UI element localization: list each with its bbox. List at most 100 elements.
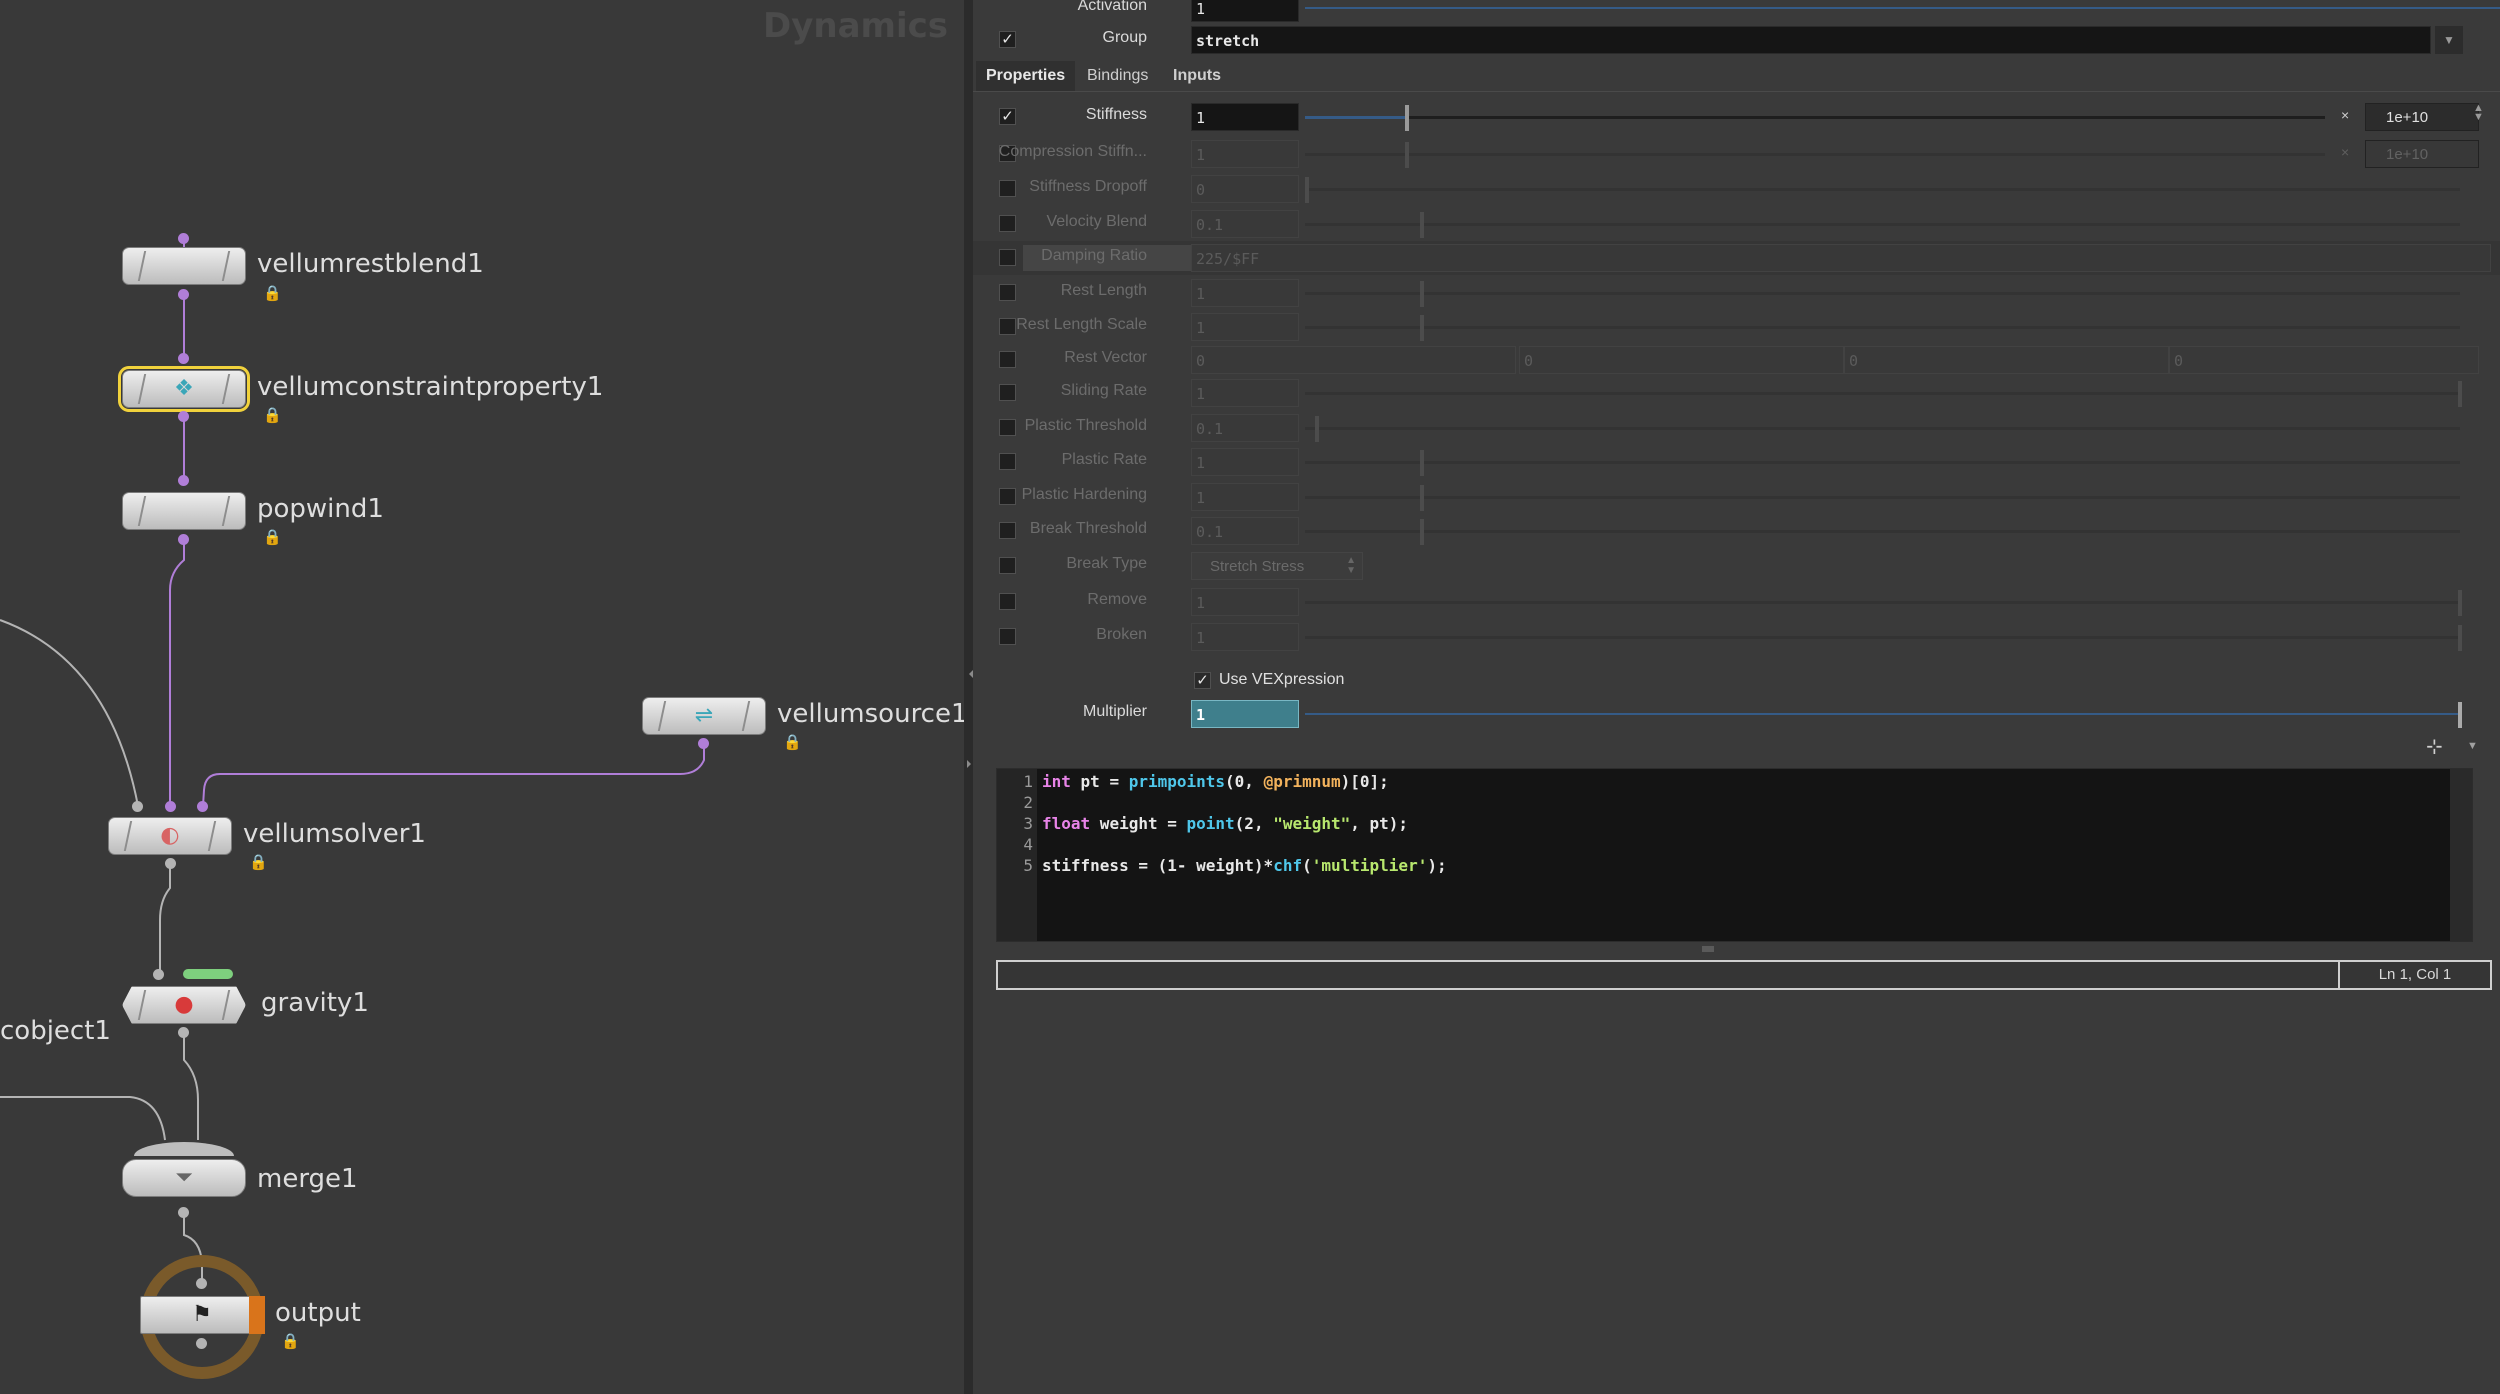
input-port[interactable] bbox=[178, 233, 189, 244]
input-port[interactable] bbox=[132, 801, 143, 812]
velocity-blend-field[interactable]: 0.1 bbox=[1191, 210, 1299, 238]
node-vellumsolver1[interactable]: ◐ bbox=[108, 817, 232, 855]
node-merge1[interactable]: ⏷ bbox=[122, 1159, 246, 1197]
input-port[interactable] bbox=[153, 969, 164, 980]
rest-vector-checkbox[interactable] bbox=[999, 351, 1016, 368]
group-checkbox[interactable]: ✓ bbox=[999, 31, 1016, 48]
lock-icon[interactable]: 🔒 bbox=[263, 284, 282, 302]
slider-handle[interactable] bbox=[1420, 485, 1424, 511]
stiffness-dropoff-slider[interactable] bbox=[1305, 177, 2460, 203]
snippet-menu-arrow-icon[interactable]: ▼ bbox=[2467, 740, 2478, 752]
input-port[interactable] bbox=[196, 1278, 207, 1289]
plastic-threshold-checkbox[interactable] bbox=[999, 419, 1016, 436]
plastic-hardening-checkbox[interactable] bbox=[999, 488, 1016, 505]
code-scrollbar[interactable] bbox=[2450, 769, 2472, 941]
add-snippet-icon[interactable]: ⊹ bbox=[2426, 734, 2443, 759]
rest-vector-x-field[interactable]: 0 bbox=[1191, 346, 1516, 374]
lock-icon[interactable]: 🔒 bbox=[263, 528, 282, 546]
slider-handle[interactable] bbox=[1420, 450, 1424, 476]
spinner-icon[interactable]: ▲ ▼ bbox=[2473, 103, 2494, 123]
tab-properties[interactable]: Properties bbox=[976, 61, 1076, 91]
rest-vector-y-field[interactable]: 0 bbox=[1519, 346, 1844, 374]
network-editor[interactable]: Dynamics vellumrestblend1 🔒 ❖ vellumcons… bbox=[0, 0, 964, 1394]
slider-handle[interactable] bbox=[1405, 142, 1409, 168]
node-gravity1[interactable]: ● bbox=[122, 986, 246, 1024]
lock-icon[interactable]: 🔒 bbox=[783, 733, 802, 751]
broken-field[interactable]: 1 bbox=[1191, 623, 1299, 651]
slider-handle[interactable] bbox=[2458, 590, 2462, 616]
group-dropdown-arrow-icon[interactable]: ▼ bbox=[2435, 26, 2463, 54]
pane-splitter[interactable] bbox=[964, 0, 973, 1394]
output-port[interactable] bbox=[178, 1027, 189, 1038]
stiffness-slider-handle[interactable] bbox=[1405, 105, 1409, 131]
stiffness-max-field[interactable]: 1e+10 bbox=[2365, 103, 2479, 131]
editor-resize-handle[interactable] bbox=[1702, 946, 1714, 952]
broken-slider[interactable] bbox=[1305, 625, 2462, 651]
rest-length-scale-slider[interactable] bbox=[1305, 315, 2460, 341]
plastic-hardening-field[interactable]: 1 bbox=[1191, 483, 1299, 511]
input-port[interactable] bbox=[178, 475, 189, 486]
collapse-left-arrow-icon[interactable] bbox=[965, 670, 973, 678]
remove-slider[interactable] bbox=[1305, 590, 2462, 616]
output-port[interactable] bbox=[698, 738, 709, 749]
broken-checkbox[interactable] bbox=[999, 628, 1016, 645]
tab-bindings[interactable]: Bindings bbox=[1077, 61, 1158, 91]
lock-icon[interactable]: 🔒 bbox=[249, 853, 268, 871]
velocity-blend-checkbox[interactable] bbox=[999, 215, 1016, 232]
plastic-hardening-slider[interactable] bbox=[1305, 485, 2460, 511]
remove-checkbox[interactable] bbox=[999, 593, 1016, 610]
activation-slider[interactable] bbox=[1305, 7, 2500, 9]
slider-handle[interactable] bbox=[1420, 281, 1424, 307]
slider-handle[interactable] bbox=[1420, 315, 1424, 341]
node-vellumconstraintproperty1[interactable]: ❖ bbox=[118, 366, 250, 412]
plastic-rate-slider[interactable] bbox=[1305, 450, 2460, 476]
output-port[interactable] bbox=[196, 1338, 207, 1349]
stiffness-checkbox[interactable]: ✓ bbox=[999, 108, 1016, 125]
damping-ratio-field[interactable]: 225/$FF bbox=[1191, 244, 2491, 272]
slider-handle[interactable] bbox=[2458, 625, 2462, 651]
sliding-rate-field[interactable]: 1 bbox=[1191, 379, 1299, 407]
slider-handle[interactable] bbox=[1305, 177, 1309, 203]
slider-handle[interactable] bbox=[1315, 416, 1319, 442]
rest-vector-z-field[interactable]: 0 bbox=[1844, 346, 2169, 374]
damping-ratio-checkbox[interactable] bbox=[999, 249, 1016, 266]
velocity-blend-slider[interactable] bbox=[1305, 212, 2460, 238]
multiplier-slider[interactable] bbox=[1305, 702, 2462, 728]
output-port[interactable] bbox=[165, 858, 176, 869]
stiffness-dropoff-checkbox[interactable] bbox=[999, 180, 1016, 197]
compression-field[interactable]: 1 bbox=[1191, 140, 1299, 168]
compression-slider[interactable] bbox=[1305, 142, 2325, 168]
rest-length-scale-field[interactable]: 1 bbox=[1191, 313, 1299, 341]
slider-handle[interactable] bbox=[2458, 702, 2462, 728]
plastic-threshold-slider[interactable] bbox=[1305, 416, 2460, 442]
slider-handle[interactable] bbox=[2458, 381, 2462, 407]
use-vexpression-checkbox[interactable]: ✓ bbox=[1194, 672, 1211, 689]
display-flag[interactable] bbox=[249, 1296, 265, 1334]
output-port[interactable] bbox=[178, 289, 189, 300]
node-vellumsource1[interactable]: ⇌ bbox=[642, 697, 766, 735]
activation-field[interactable]: 1 bbox=[1191, 0, 1299, 22]
break-threshold-field[interactable]: 0.1 bbox=[1191, 517, 1299, 545]
slider-handle[interactable] bbox=[1420, 212, 1424, 238]
break-threshold-slider[interactable] bbox=[1305, 519, 2460, 545]
remove-field[interactable]: 1 bbox=[1191, 588, 1299, 616]
slider-handle[interactable] bbox=[1420, 519, 1424, 545]
break-type-menu[interactable]: Stretch Stress ▲ ▼ bbox=[1191, 552, 1363, 580]
tab-inputs[interactable]: Inputs bbox=[1163, 61, 1231, 91]
input-port[interactable] bbox=[197, 801, 208, 812]
multiplier-field[interactable]: 1 bbox=[1191, 700, 1299, 728]
stiffness-slider[interactable] bbox=[1305, 105, 2325, 131]
plastic-rate-field[interactable]: 1 bbox=[1191, 448, 1299, 476]
break-type-checkbox[interactable] bbox=[999, 557, 1016, 574]
break-threshold-checkbox[interactable] bbox=[999, 522, 1016, 539]
output-port[interactable] bbox=[178, 411, 189, 422]
input-port[interactable] bbox=[178, 353, 189, 364]
stiffness-dropoff-field[interactable]: 0 bbox=[1191, 175, 1299, 203]
rest-vector-w-field[interactable]: 0 bbox=[2169, 346, 2479, 374]
node-vellumrestblend1[interactable] bbox=[122, 247, 246, 285]
sliding-rate-slider[interactable] bbox=[1305, 381, 2462, 407]
plastic-threshold-field[interactable]: 0.1 bbox=[1191, 414, 1299, 442]
compression-max-field[interactable]: 1e+10 bbox=[2365, 140, 2479, 168]
lock-icon[interactable]: 🔒 bbox=[263, 406, 282, 424]
lock-icon[interactable]: 🔒 bbox=[281, 1332, 300, 1350]
